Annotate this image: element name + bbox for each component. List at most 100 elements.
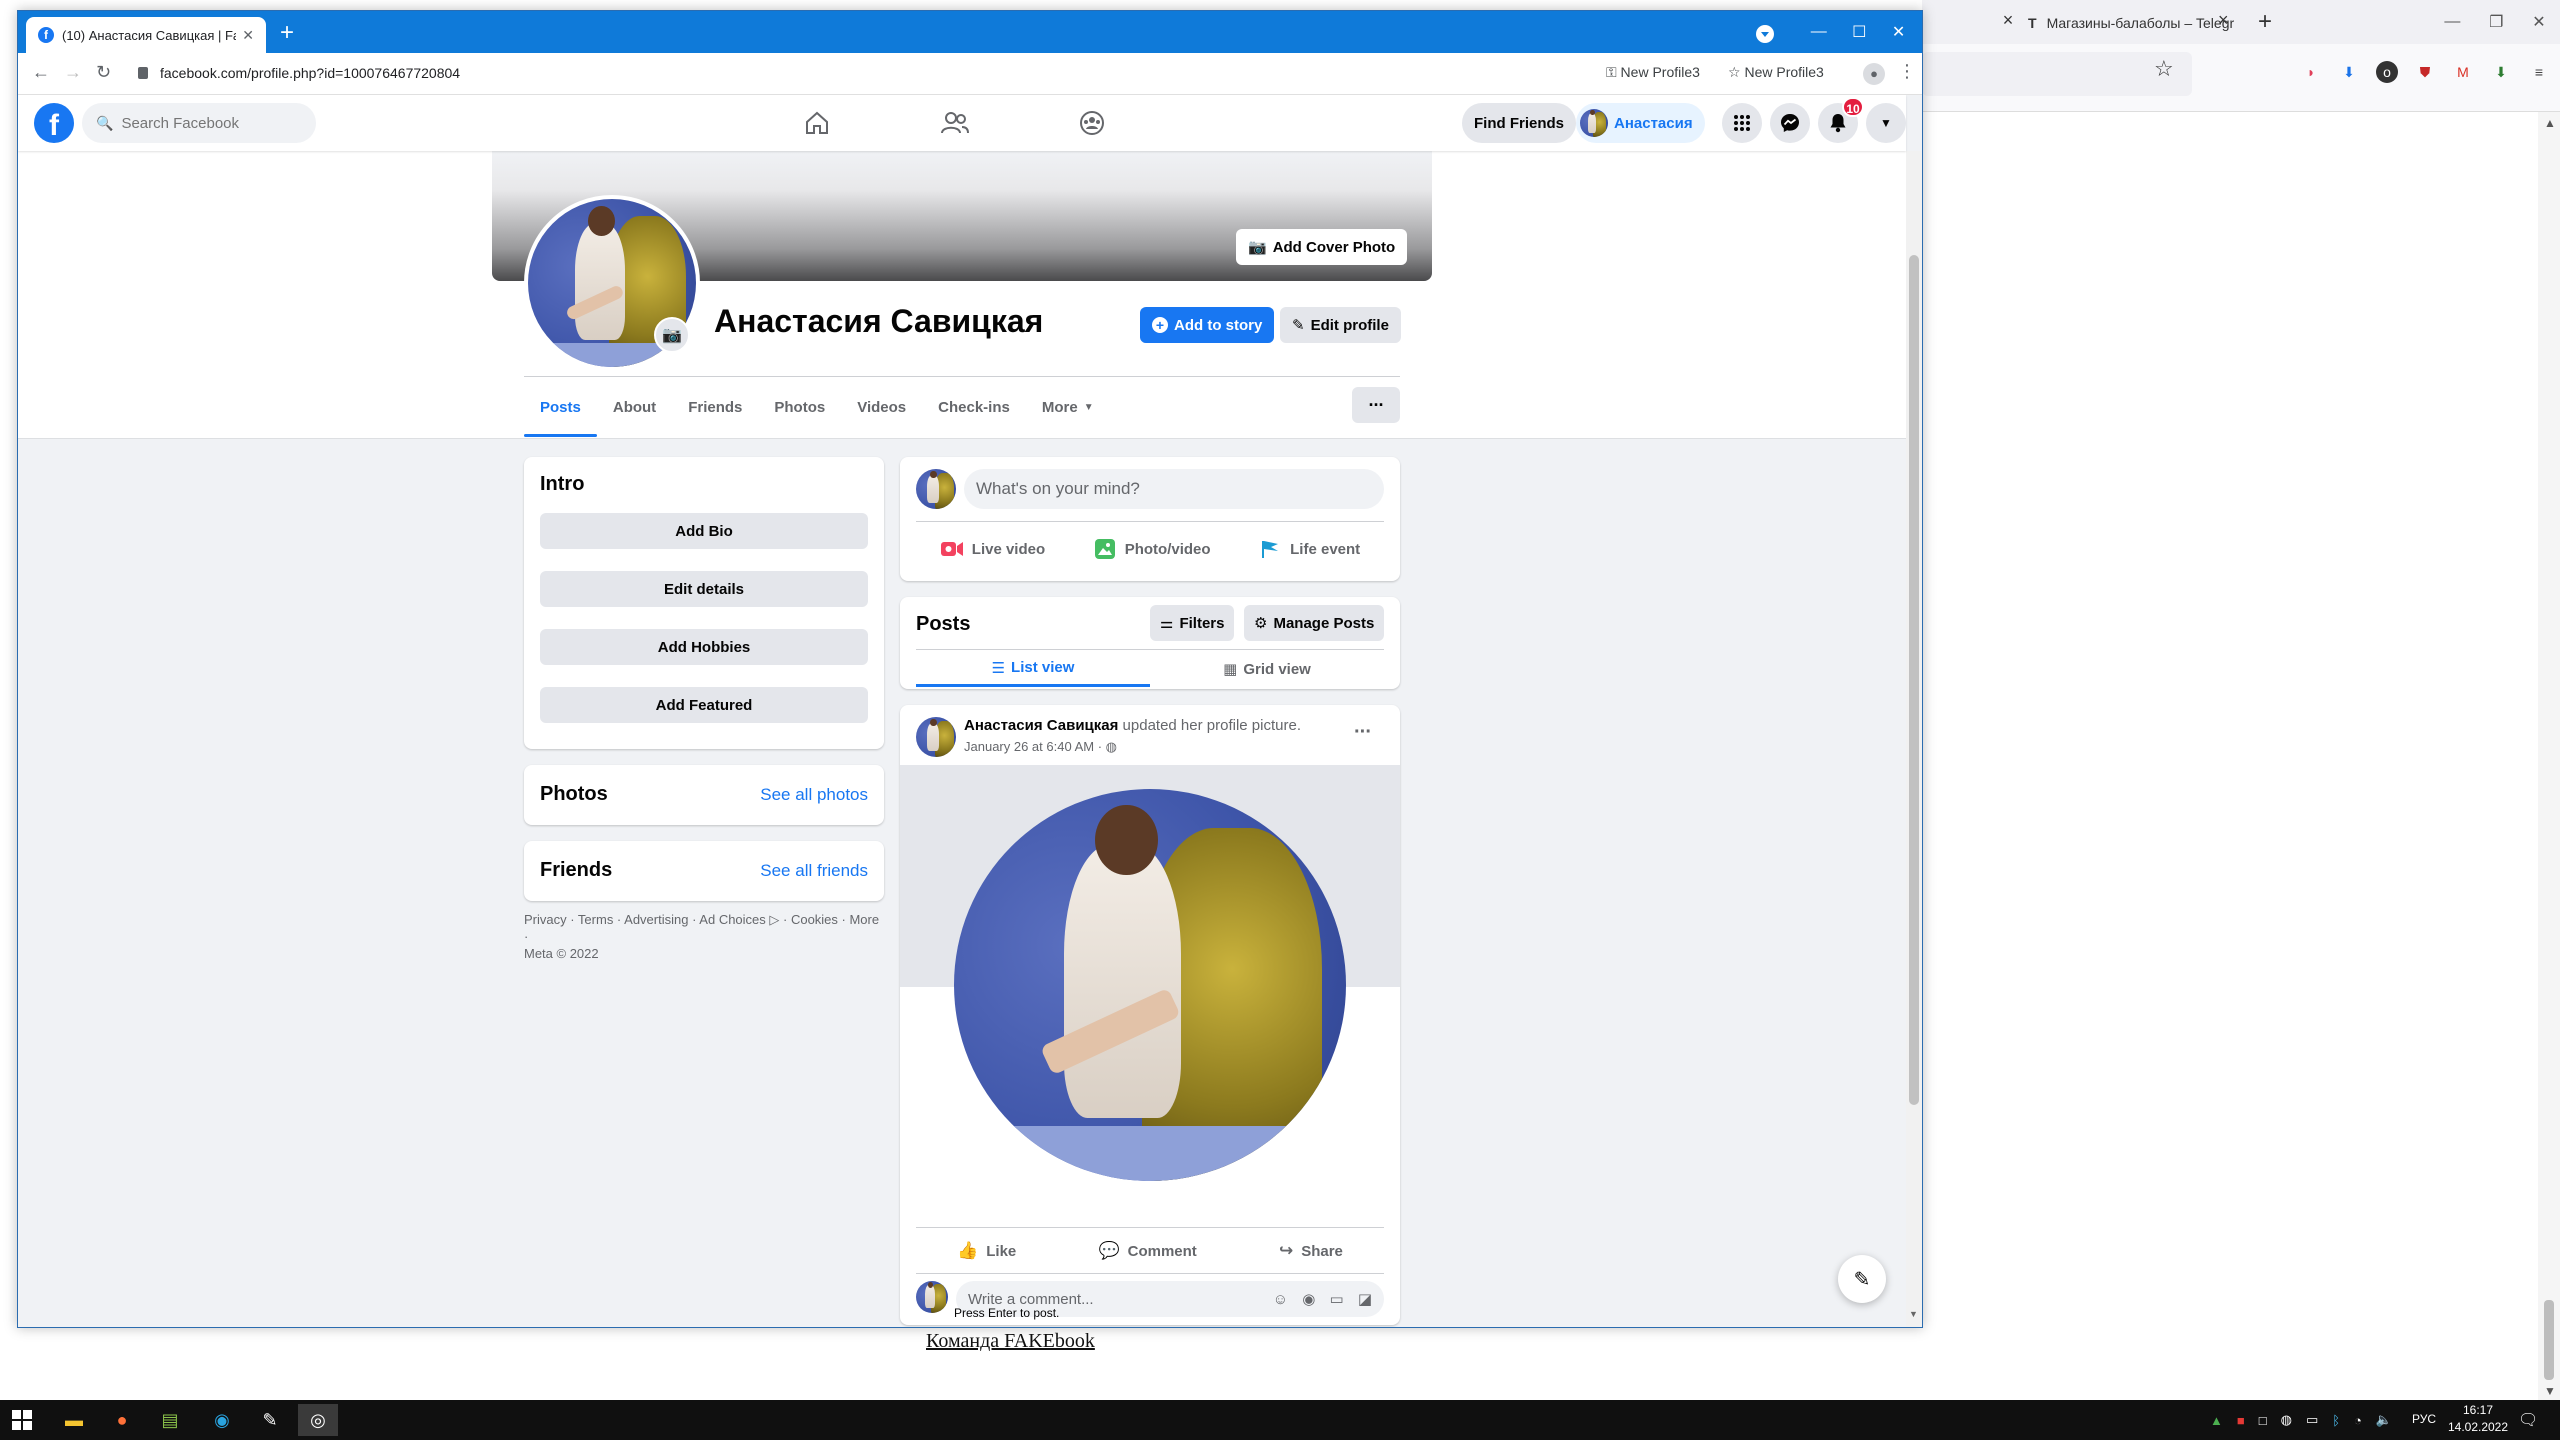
search-box[interactable]: 🔍 xyxy=(82,103,316,143)
profile-chip[interactable]: Анастасия xyxy=(1576,103,1705,143)
post-author-avatar[interactable] xyxy=(916,717,956,757)
extension-green-icon[interactable]: ⬇ xyxy=(2490,61,2512,83)
gif-icon[interactable]: ▭ xyxy=(1329,1291,1343,1308)
close-icon[interactable]: ✕ xyxy=(2532,12,2545,32)
taskbar-firefox[interactable]: ● xyxy=(102,1404,142,1436)
comment-button[interactable]: 💬 Comment xyxy=(1098,1241,1196,1261)
antivirus-icon[interactable]: ■ xyxy=(2237,1413,2245,1428)
grid-view-tab[interactable]: ▦ Grid view xyxy=(1150,651,1384,687)
facebook-logo-icon[interactable]: f xyxy=(34,103,74,143)
wifi-icon[interactable]: ◔ xyxy=(2354,1413,2362,1428)
profile-dropdown-icon[interactable] xyxy=(1756,25,1774,43)
add-to-story-button[interactable]: + Add to story xyxy=(1140,307,1275,343)
search-input[interactable] xyxy=(121,114,302,132)
nav-groups[interactable] xyxy=(1078,105,1118,141)
drive-icon[interactable]: ▲ xyxy=(2210,1413,2223,1428)
tab-about[interactable]: About xyxy=(597,377,672,437)
new-message-button[interactable]: ✎ xyxy=(1838,1255,1886,1303)
taskbar-app-feather[interactable]: ✎ xyxy=(250,1404,290,1436)
forward-arrow-icon[interactable]: → xyxy=(64,62,82,83)
menu-button[interactable] xyxy=(1722,103,1762,143)
tab-facebook-profile[interactable]: f (10) Анастасия Савицкая | Facebook ✕ xyxy=(26,17,266,53)
page-scroll-thumb[interactable] xyxy=(1909,255,1919,1105)
clock[interactable]: 16:17 14.02.2022 xyxy=(2446,1402,2510,1436)
background-window-controls[interactable]: — ❐ ✕ xyxy=(2430,8,2560,36)
see-all-friends-link[interactable]: See all friends xyxy=(760,861,868,881)
bluetooth-icon[interactable]: ᛒ xyxy=(2332,1413,2340,1428)
taskbar-file-explorer[interactable]: ▬ xyxy=(54,1404,94,1436)
bookmark-star-icon[interactable]: ☆ xyxy=(2154,56,2174,82)
shield-icon[interactable]: ⛊ xyxy=(2414,61,2436,83)
add-cover-photo-button[interactable]: 📷 Add Cover Photo xyxy=(1236,229,1408,265)
start-windows-icon[interactable] xyxy=(12,1410,32,1430)
photo-video-button[interactable]: Photo/video xyxy=(1093,539,1211,559)
scroll-up-arrow-icon[interactable]: ▲ xyxy=(2544,116,2556,130)
update-profile-picture-camera-icon[interactable]: 📷 xyxy=(654,317,690,353)
pocket-icon[interactable]: ◗ xyxy=(2300,61,2322,83)
account-button[interactable]: ▼ xyxy=(1866,103,1906,143)
footer-links-line[interactable]: Privacy · Terms · Advertising · Ad Choic… xyxy=(524,911,884,945)
background-url-bar[interactable] xyxy=(1922,52,2192,96)
find-friends-button[interactable]: Find Friends xyxy=(1462,103,1576,143)
language-indicator[interactable]: РУС xyxy=(2412,1412,2436,1426)
post-profile-picture[interactable] xyxy=(954,789,1346,1181)
background-scroll-thumb[interactable] xyxy=(2544,1300,2554,1380)
life-event-button[interactable]: Life event xyxy=(1258,539,1360,559)
hamburger-menu-icon[interactable]: ≡ xyxy=(2528,61,2550,83)
ext-profile-key[interactable]: ⚿ New Profile3 xyxy=(1606,64,1700,81)
add-featured-button[interactable]: Add Featured xyxy=(540,687,868,723)
network-globe-icon[interactable]: ◍ xyxy=(2281,1412,2292,1428)
scroll-down-arrow-icon[interactable]: ▼ xyxy=(1909,1309,1918,1319)
emoji-icon[interactable]: ☺ xyxy=(1273,1291,1288,1308)
display-icon[interactable]: ▭ xyxy=(2306,1412,2318,1428)
add-hobbies-button[interactable]: Add Hobbies xyxy=(540,629,868,665)
post-media[interactable] xyxy=(900,765,1400,1209)
action-center-icon[interactable]: 🗨 xyxy=(2518,1410,2538,1430)
tab-photos[interactable]: Photos xyxy=(758,377,841,437)
new-tab-icon[interactable]: + xyxy=(280,19,294,47)
minimize-icon[interactable]: — xyxy=(1811,23,1827,41)
tab-more[interactable]: More ▼ xyxy=(1026,377,1110,437)
tab-check-ins[interactable]: Check-ins xyxy=(922,377,1026,437)
maximize-icon[interactable]: ☐ xyxy=(1852,22,1866,42)
edit-profile-button[interactable]: ✎ Edit profile xyxy=(1280,307,1401,343)
whats-on-your-mind-input[interactable]: What's on your mind? xyxy=(964,469,1384,509)
sticker-icon[interactable]: ◪ xyxy=(1358,1291,1372,1308)
tab-posts[interactable]: Posts xyxy=(524,377,597,437)
close-icon[interactable]: ✕ xyxy=(1892,22,1905,42)
live-video-button[interactable]: Live video xyxy=(940,539,1045,559)
scroll-down-arrow-icon[interactable]: ▼ xyxy=(2544,1384,2556,1398)
comment-avatar[interactable] xyxy=(916,1281,948,1313)
window-icon[interactable]: □ xyxy=(2259,1413,2267,1428)
restore-icon[interactable]: ❐ xyxy=(2489,12,2503,32)
taskbar-telegram[interactable]: ◉ xyxy=(202,1404,242,1436)
manage-posts-button[interactable]: ⚙ Manage Posts xyxy=(1244,605,1385,641)
taskbar-browser-active[interactable]: ◎ xyxy=(298,1404,338,1436)
nav-home[interactable] xyxy=(803,105,843,141)
filters-button[interactable]: ⚌ Filters xyxy=(1150,605,1235,641)
url-text[interactable]: facebook.com/profile.php?id=100076467720… xyxy=(160,65,460,81)
tab-close-icon[interactable]: ✕ xyxy=(242,27,254,44)
minimize-icon[interactable]: — xyxy=(2444,13,2460,31)
extension-o-icon[interactable]: o xyxy=(2376,61,2398,83)
background-tab2-close-icon[interactable]: × xyxy=(2218,10,2229,31)
browser-account-icon[interactable]: ● xyxy=(1863,63,1885,85)
lock-icon[interactable] xyxy=(138,67,148,79)
list-view-tab[interactable]: ☰ List view xyxy=(916,651,1150,687)
like-button[interactable]: 👍 Like xyxy=(957,1241,1016,1261)
background-tab-close-icon[interactable]: × xyxy=(1996,10,2020,34)
see-all-photos-link[interactable]: See all photos xyxy=(760,785,868,805)
background-tab-telegram[interactable]: T Магазины-балаболы – Telegr xyxy=(2028,6,2250,40)
tab-friends[interactable]: Friends xyxy=(672,377,758,437)
nav-friends[interactable] xyxy=(940,105,980,141)
ext-profile-star[interactable]: ☆ New Profile3 xyxy=(1728,64,1824,81)
background-scrollbar[interactable] xyxy=(2538,112,2560,1400)
camera-icon[interactable]: ◉ xyxy=(1302,1291,1315,1308)
edit-details-button[interactable]: Edit details xyxy=(540,571,868,607)
fakebook-team-link[interactable]: Команда FAKEbook xyxy=(926,1330,1095,1353)
messenger-button[interactable] xyxy=(1770,103,1810,143)
post-timestamp[interactable]: January 26 at 6:40 AM · ◍ xyxy=(964,739,1117,755)
profile-more-options-button[interactable]: ··· xyxy=(1352,387,1400,423)
back-arrow-icon[interactable]: ← xyxy=(32,62,50,83)
reload-icon[interactable]: ↻ xyxy=(96,62,111,83)
